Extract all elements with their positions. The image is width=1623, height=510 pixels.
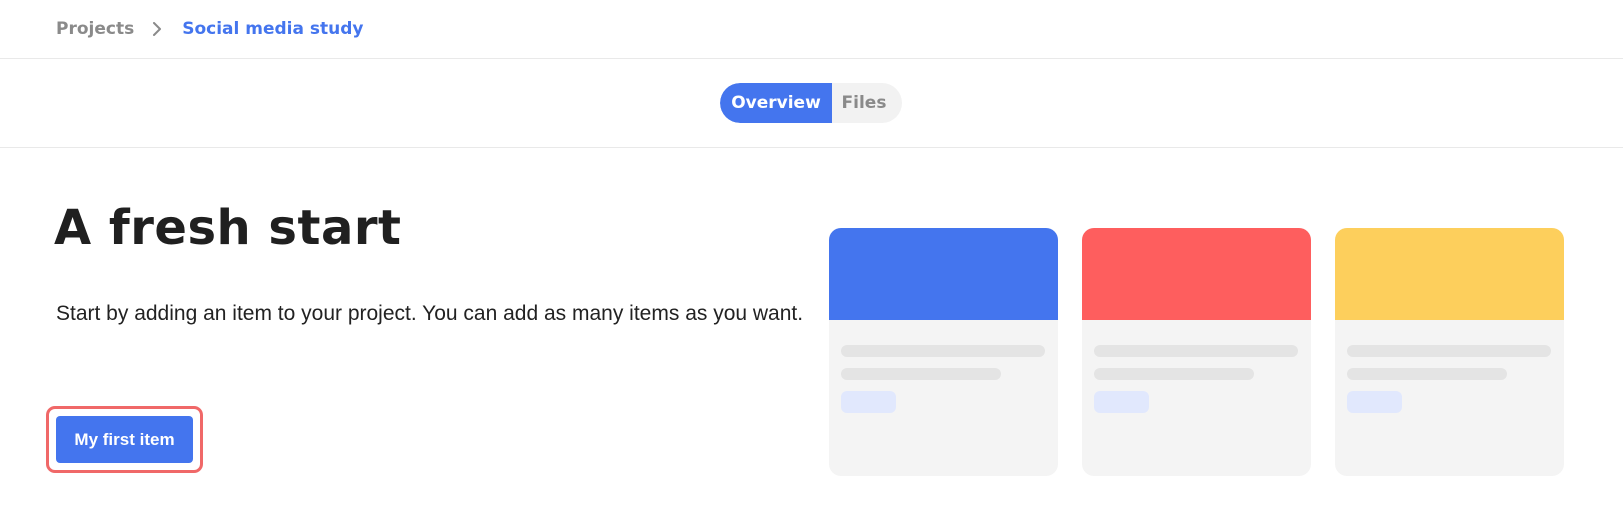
preview-card bbox=[1335, 228, 1564, 476]
chevron-right-icon bbox=[144, 19, 170, 39]
tabs-divider bbox=[0, 147, 1623, 148]
my-first-item-button[interactable]: My first item bbox=[56, 416, 193, 463]
placeholder-tag bbox=[1347, 391, 1402, 413]
preview-card bbox=[829, 228, 1058, 476]
tab-files[interactable]: Files bbox=[832, 83, 902, 123]
view-tabs: Overview Files bbox=[720, 83, 902, 123]
preview-card-header bbox=[1082, 228, 1311, 320]
placeholder-line bbox=[841, 368, 1001, 380]
tab-overview[interactable]: Overview bbox=[720, 83, 832, 123]
placeholder-tag bbox=[841, 391, 896, 413]
placeholder-line bbox=[1094, 368, 1254, 380]
breadcrumb: Projects Social media study bbox=[56, 17, 363, 41]
breadcrumb-current-project[interactable]: Social media study bbox=[182, 19, 363, 39]
placeholder-line bbox=[1347, 368, 1507, 380]
header-divider bbox=[0, 58, 1623, 59]
placeholder-line bbox=[1094, 345, 1298, 357]
page-title: A fresh start bbox=[54, 200, 402, 256]
placeholder-line bbox=[1347, 345, 1551, 357]
preview-card bbox=[1082, 228, 1311, 476]
placeholder-tag bbox=[1094, 391, 1149, 413]
page-description: Start by adding an item to your project.… bbox=[56, 302, 804, 325]
preview-card-header bbox=[1335, 228, 1564, 320]
breadcrumb-projects-link[interactable]: Projects bbox=[56, 19, 134, 39]
placeholder-line bbox=[841, 345, 1045, 357]
preview-card-header bbox=[829, 228, 1058, 320]
